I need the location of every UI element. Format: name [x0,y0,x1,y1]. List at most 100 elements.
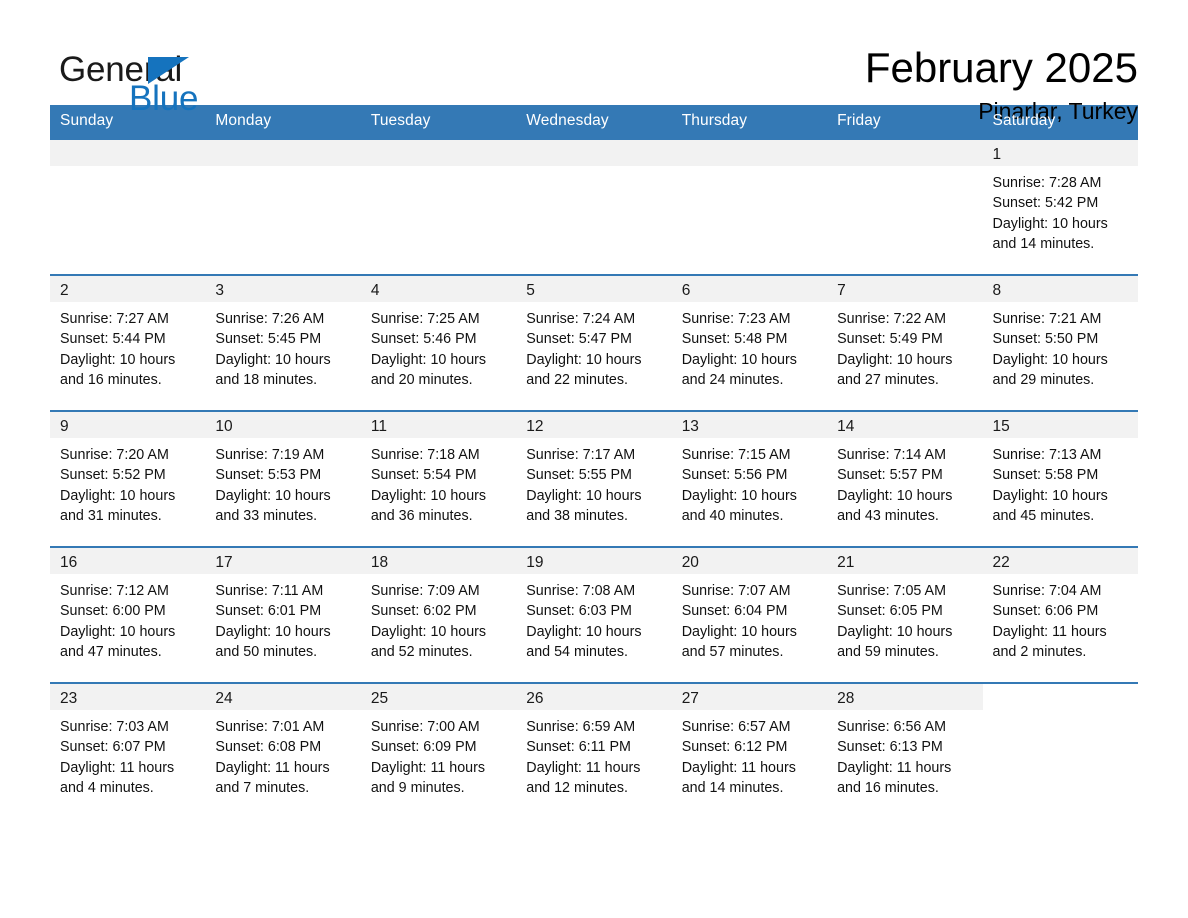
day-sun-info: Sunrise: 7:15 AM Sunset: 5:56 PM Daylight:… [672,438,827,526]
daylight-text-line2: and 47 minutes. [60,643,162,660]
daylight-text-line2: and 50 minutes. [215,643,318,660]
calendar-day-cell[interactable]: 12 Sunrise: 7:17 AM Sunset: 5:55 PM Dayligh… [516,410,672,547]
day-sun-info: Sunrise: 7:05 AM Sunset: 6:05 PM Daylight:… [827,574,982,662]
sunrise-text: Sunrise: 7:04 AM [992,583,1102,599]
calendar-day-cell[interactable]: 22 Sunrise: 7:04 AM Sunset: 6:06 PM Dayligh… [982,546,1138,683]
calendar-day-cell[interactable]: 25 Sunrise: 7:00 AM Sunset: 6:09 PM Dayligh… [360,682,517,818]
sunrise-text: Sunrise: 7:11 AM [215,583,324,599]
page-header: General Blue February 2025 Pinarlar, Tur… [50,0,1138,122]
daylight-text-line2: and 57 minutes. [681,643,784,660]
daylight-text-line1: Daylight: 10 hours [60,351,176,368]
calendar-day-cell[interactable]: 11 Sunrise: 7:18 AM Sunset: 5:54 PM Dayligh… [360,410,517,547]
calendar-day-cell[interactable]: 21 Sunrise: 7:05 AM Sunset: 6:05 PM Dayligh… [827,546,983,683]
daylight-text-line1: Daylight: 11 hours [60,759,175,776]
calendar-day-cell-empty [982,682,1138,818]
calendar-week-row: 16 Sunrise: 7:12 AM Sunset: 6:00 PM Dayligh… [50,546,1138,683]
calendar-day-cell[interactable]: 17 Sunrise: 7:11 AM Sunset: 6:01 PM Dayligh… [205,546,361,683]
day-sun-info: Sunrise: 7:23 AM Sunset: 5:48 PM Daylight:… [672,302,827,390]
day-number: 8 [982,276,1138,302]
calendar-day-cell[interactable]: 5 Sunrise: 7:24 AM Sunset: 5:47 PM Daylight… [516,274,672,411]
calendar-day-cell[interactable]: 24 Sunrise: 7:01 AM Sunset: 6:08 PM Dayligh… [205,682,361,818]
day-number-band [827,140,983,166]
sunrise-text: Sunrise: 6:57 AM [681,719,791,735]
day-number: 1 [982,140,1138,166]
day-number: 2 [50,276,206,302]
calendar-day-cell[interactable]: 15 Sunrise: 7:13 AM Sunset: 5:58 PM Dayligh… [982,410,1138,547]
sunrise-text: Sunrise: 7:26 AM [215,311,325,327]
calendar-day-cell-empty [671,138,828,275]
calendar-day-cell[interactable]: 7 Sunrise: 7:22 AM Sunset: 5:49 PM Daylight… [827,274,983,411]
calendar-day-cell[interactable]: 6 Sunrise: 7:23 AM Sunset: 5:48 PM Daylight… [671,274,828,411]
day-sun-info: Sunrise: 7:14 AM Sunset: 5:57 PM Daylight:… [827,438,982,526]
day-sun-info: Sunrise: 7:19 AM Sunset: 5:53 PM Daylight:… [205,438,360,526]
sunset-text: Sunset: 6:05 PM [837,603,943,620]
calendar-day-cell[interactable]: 19 Sunrise: 7:08 AM Sunset: 6:03 PM Dayligh… [516,546,672,683]
sunset-text: Sunset: 6:09 PM [370,739,477,756]
daylight-text-line1: Daylight: 10 hours [681,623,797,640]
sunrise-text: Sunrise: 7:00 AM [370,719,480,735]
sunset-text: Sunset: 5:57 PM [837,467,943,484]
day-number: 27 [671,684,828,710]
daylight-text-line2: and 43 minutes. [837,507,939,524]
daylight-text-line2: and 45 minutes. [992,507,1095,524]
sunset-text: Sunset: 5:58 PM [992,467,1099,484]
day-sun-info: Sunrise: 7:20 AM Sunset: 5:52 PM Daylight:… [50,438,205,526]
day-number: 15 [982,412,1138,438]
calendar-day-cell[interactable]: 3 Sunrise: 7:26 AM Sunset: 5:45 PM Daylight… [205,274,361,411]
day-sun-info: Sunrise: 7:12 AM Sunset: 6:00 PM Daylight:… [50,574,205,662]
sunrise-text: Sunrise: 7:23 AM [681,311,791,327]
generalblue-logo[interactable]: General Blue [50,44,240,116]
sunset-text: Sunset: 6:07 PM [60,739,166,756]
calendar-body: 1 Sunrise: 7:28 AM Sunset: 5:42 PM Daylight… [50,138,1138,818]
calendar-day-cell[interactable]: 16 Sunrise: 7:12 AM Sunset: 6:00 PM Dayligh… [50,546,206,683]
calendar-day-cell[interactable]: 10 Sunrise: 7:19 AM Sunset: 5:53 PM Dayligh… [205,410,361,547]
daylight-text-line1: Daylight: 10 hours [370,351,487,368]
sunset-text: Sunset: 5:53 PM [215,467,322,484]
calendar-day-cell[interactable]: 18 Sunrise: 7:09 AM Sunset: 6:02 PM Dayligh… [360,546,517,683]
calendar-week-row: 23 Sunrise: 7:03 AM Sunset: 6:07 PM Dayligh… [50,682,1138,818]
calendar-day-cell[interactable]: 4 Sunrise: 7:25 AM Sunset: 5:46 PM Daylight… [360,274,517,411]
day-number: 26 [516,684,672,710]
calendar-day-cell[interactable]: 1 Sunrise: 7:28 AM Sunset: 5:42 PM Daylight… [982,138,1138,275]
sunrise-text: Sunrise: 7:05 AM [837,583,946,599]
daylight-text-line1: Daylight: 10 hours [526,487,642,504]
day-number-band [360,140,517,166]
day-sun-info: Sunrise: 7:07 AM Sunset: 6:04 PM Daylight:… [672,574,827,662]
day-sun-info: Sunrise: 7:17 AM Sunset: 5:55 PM Daylight:… [516,438,671,526]
sunset-text: Sunset: 6:11 PM [526,739,631,756]
sunrise-text: Sunrise: 7:13 AM [992,447,1102,463]
calendar-day-cell[interactable]: 23 Sunrise: 7:03 AM Sunset: 6:07 PM Dayligh… [50,682,206,818]
day-number: 20 [671,548,828,574]
sunrise-text: Sunrise: 7:24 AM [526,311,636,327]
day-sun-info: Sunrise: 7:26 AM Sunset: 5:45 PM Daylight:… [205,302,360,390]
sunrise-text: Sunrise: 7:12 AM [60,583,169,599]
daylight-text-line2: and 29 minutes. [992,371,1095,388]
sunset-text: Sunset: 5:47 PM [526,331,632,348]
calendar-day-cell[interactable]: 27 Sunrise: 6:57 AM Sunset: 6:12 PM Dayligh… [671,682,828,818]
sunset-text: Sunset: 6:12 PM [681,739,788,756]
sunset-text: Sunset: 5:44 PM [60,331,166,348]
daylight-text-line2: and 27 minutes. [837,371,939,388]
daylight-text-line2: and 24 minutes. [681,371,784,388]
calendar-week-row: 9 Sunrise: 7:20 AM Sunset: 5:52 PM Daylight… [50,410,1138,547]
day-number: 14 [827,412,983,438]
day-sun-info: Sunrise: 6:57 AM Sunset: 6:12 PM Daylight:… [672,710,827,798]
day-number: 19 [516,548,672,574]
day-number: 18 [360,548,517,574]
calendar-page: General Blue February 2025 Pinarlar, Tur… [0,0,1188,918]
calendar-day-cell[interactable]: 20 Sunrise: 7:07 AM Sunset: 6:04 PM Dayligh… [671,546,828,683]
calendar-day-cell[interactable]: 9 Sunrise: 7:20 AM Sunset: 5:52 PM Daylight… [50,410,206,547]
weekday-header-tuesday: Tuesday [360,105,517,139]
daylight-text-line2: and 4 minutes. [60,779,154,796]
calendar-day-cell[interactable]: 13 Sunrise: 7:15 AM Sunset: 5:56 PM Dayligh… [671,410,828,547]
day-sun-info: Sunrise: 7:00 AM Sunset: 6:09 PM Daylight:… [361,710,516,798]
calendar-day-cell[interactable]: 28 Sunrise: 6:56 AM Sunset: 6:13 PM Dayligh… [827,682,983,818]
calendar-day-cell[interactable]: 2 Sunrise: 7:27 AM Sunset: 5:44 PM Daylight… [50,274,206,411]
daylight-text-line1: Daylight: 11 hours [215,759,330,776]
daylight-text-line1: Daylight: 10 hours [370,487,487,504]
daylight-text-line2: and 40 minutes. [681,507,784,524]
calendar-day-cell[interactable]: 26 Sunrise: 6:59 AM Sunset: 6:11 PM Dayligh… [516,682,672,818]
calendar-day-cell[interactable]: 8 Sunrise: 7:21 AM Sunset: 5:50 PM Daylight… [982,274,1138,411]
calendar-day-cell[interactable]: 14 Sunrise: 7:14 AM Sunset: 5:57 PM Dayligh… [827,410,983,547]
day-sun-info: Sunrise: 7:03 AM Sunset: 6:07 PM Daylight:… [50,710,205,798]
